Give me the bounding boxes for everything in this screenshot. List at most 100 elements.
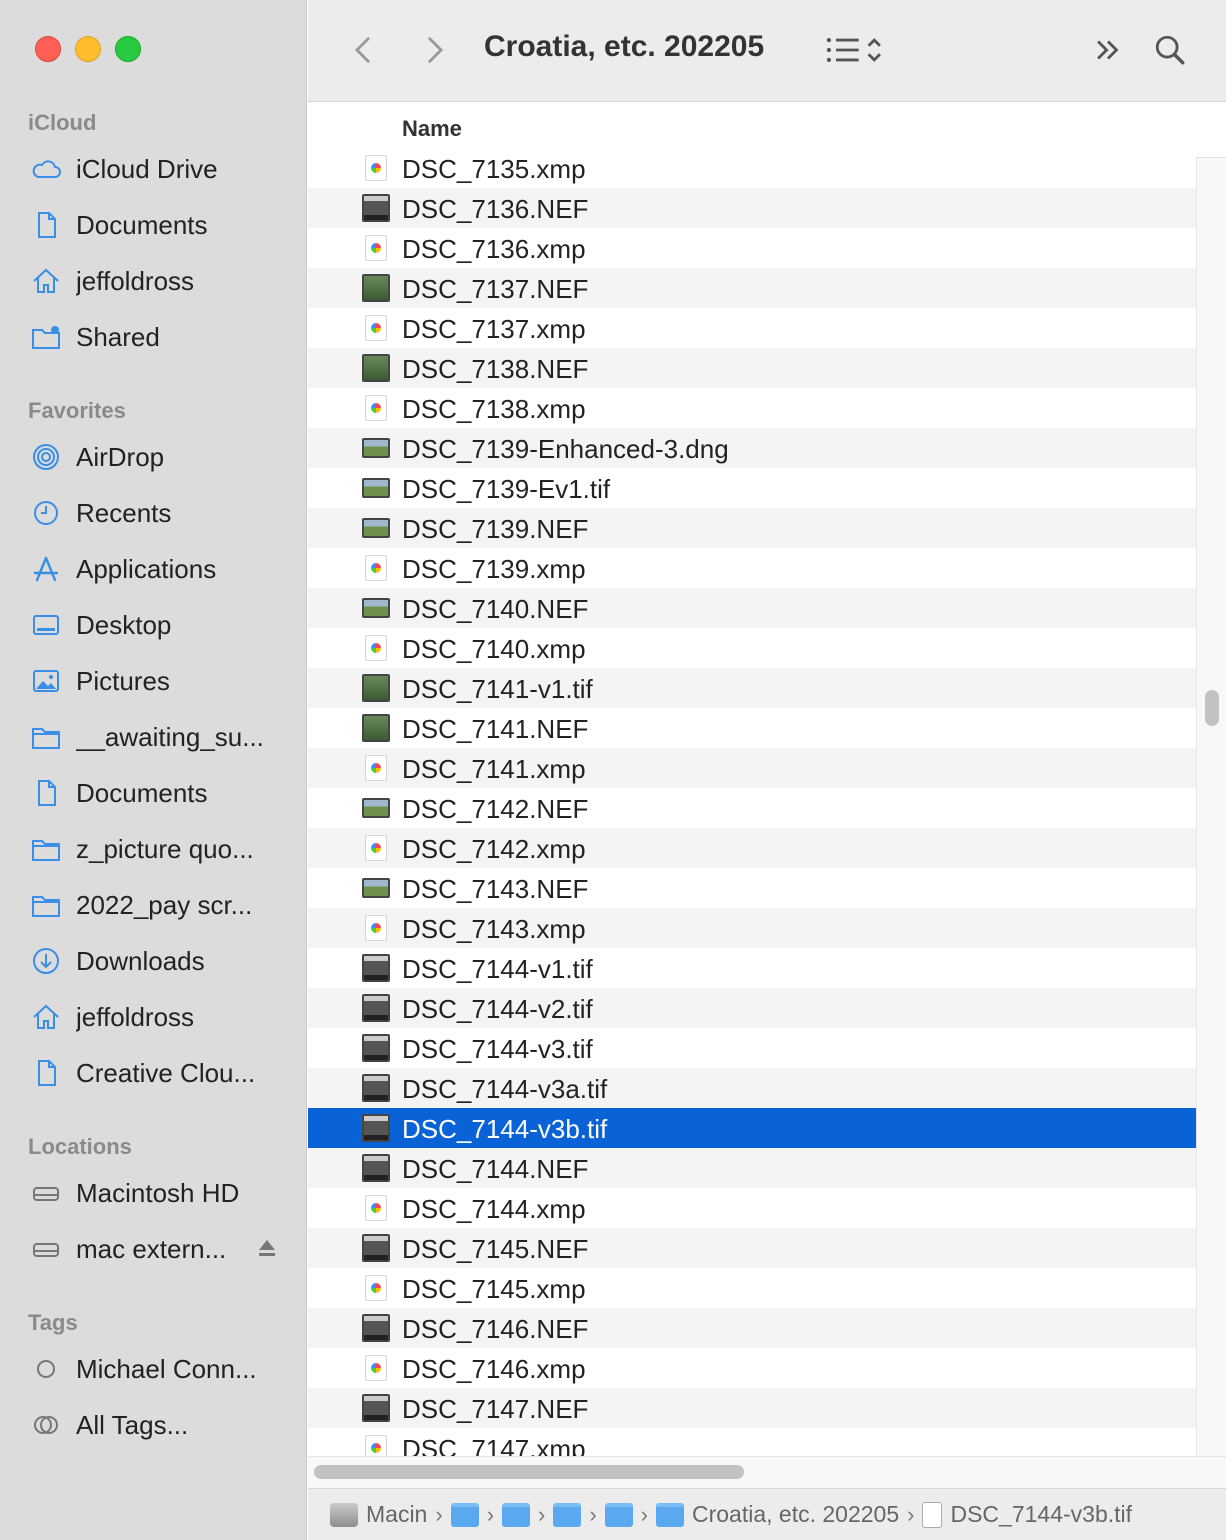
file-row[interactable]: DSC_7139.xmp [308, 548, 1196, 588]
file-row[interactable]: DSC_7136.xmp [308, 228, 1196, 268]
section-title-icloud: iCloud [28, 110, 97, 135]
forward-button[interactable] [412, 28, 456, 72]
image-thumbnail-icon [362, 354, 390, 382]
file-row[interactable]: DSC_7146.NEF [308, 1308, 1196, 1348]
file-row[interactable]: DSC_7147.xmp [308, 1428, 1196, 1456]
file-name: DSC_7146.NEF [402, 1314, 589, 1344]
path-file-label: DSC_7144-v3b.tif [950, 1501, 1133, 1527]
section-title-favorites: Favorites [28, 398, 126, 423]
sidebar-item-michael-conn[interactable]: Michael Conn... [28, 1347, 278, 1391]
home-folder-icon[interactable] [450, 1502, 479, 1527]
image-thumbnail-icon [362, 274, 390, 302]
airdrop-icon [28, 439, 64, 475]
search-button[interactable] [1148, 28, 1192, 72]
window-title: Croatia, etc. 202205 [484, 30, 765, 63]
file-row[interactable]: DSC_7141-v1.tif [308, 668, 1196, 708]
file-row[interactable]: DSC_7137.NEF [308, 268, 1196, 308]
file-row[interactable]: DSC_7140.NEF [308, 588, 1196, 628]
file-row[interactable]: DSC_7142.xmp [308, 828, 1196, 868]
sidebar-item-label: jeffoldross [76, 1001, 195, 1032]
folder-icon[interactable] [604, 1502, 633, 1527]
user-folder-icon[interactable] [502, 1502, 531, 1527]
file-name: DSC_7138.xmp [402, 394, 586, 424]
file-row[interactable]: DSC_7144.xmp [308, 1188, 1196, 1228]
file-row-selected[interactable]: DSC_7144-v3b.tif [308, 1108, 1196, 1148]
file-row[interactable]: DSC_7141.NEF [308, 708, 1196, 748]
sidebar-item-downloads[interactable]: Downloads [28, 939, 278, 983]
sidebar-item-macintosh-hd[interactable]: Macintosh HD [28, 1171, 278, 1215]
file-name: DSC_7138.NEF [402, 354, 589, 384]
more-toolbar-button[interactable] [1086, 28, 1130, 72]
sidebar-item-mac-extern[interactable]: mac extern... [28, 1227, 278, 1271]
path-item-file[interactable]: DSC_7144-v3b.tif [922, 1501, 1132, 1528]
pictures-folder-icon[interactable] [553, 1502, 582, 1527]
sidebar-item-creative-clou[interactable]: Creative Clou... [28, 1051, 278, 1095]
xmp-file-icon [365, 1435, 387, 1456]
sidebar-item-label: z_picture quo... [76, 833, 254, 864]
eject-icon[interactable] [256, 1237, 278, 1259]
file-row[interactable]: DSC_7145.NEF [308, 1228, 1196, 1268]
file-row[interactable]: DSC_7144-v3a.tif [308, 1068, 1196, 1108]
sidebar-item-applications[interactable]: Applications [28, 547, 278, 591]
sidebar-item-label: iCloud Drive [76, 153, 218, 184]
file-row[interactable]: DSC_7144-v1.tif [308, 948, 1196, 988]
file-row[interactable]: DSC_7144-v3.tif [308, 1028, 1196, 1068]
sidebar-item-awaiting-su[interactable]: __awaiting_su... [28, 715, 278, 759]
file-row[interactable]: DSC_7139-Enhanced-3.dng [308, 428, 1196, 468]
horizontal-scroll-thumb[interactable] [314, 1465, 744, 1479]
file-row[interactable]: DSC_7143.NEF [308, 868, 1196, 908]
xmp-file-icon [365, 835, 387, 861]
sidebar-item-2022-pay-scr[interactable]: 2022_pay scr... [28, 883, 278, 927]
zoom-button[interactable] [115, 36, 141, 62]
sidebar-item-shared[interactable]: Shared [28, 315, 278, 359]
horizontal-scrollbar[interactable] [308, 1456, 1226, 1488]
file-row[interactable]: DSC_7141.xmp [308, 748, 1196, 788]
file-row[interactable]: DSC_7135.xmp [308, 148, 1196, 188]
file-row[interactable]: DSC_7144.NEF [308, 1148, 1196, 1188]
view-options-button[interactable] [818, 28, 888, 72]
file-row[interactable]: DSC_7146.xmp [308, 1348, 1196, 1388]
file-name: DSC_7144-v2.tif [402, 994, 593, 1024]
drive-icon [28, 1175, 64, 1211]
file-row[interactable]: DSC_7138.NEF [308, 348, 1196, 388]
sidebar-item-desktop[interactable]: Desktop [28, 603, 278, 647]
file-name: DSC_7146.xmp [402, 1354, 586, 1384]
file-row[interactable]: DSC_7142.NEF [308, 788, 1196, 828]
sidebar-item-recents[interactable]: Recents [28, 491, 278, 535]
file-row[interactable]: DSC_7140.xmp [308, 628, 1196, 668]
file-row[interactable]: DSC_7138.xmp [308, 388, 1196, 428]
minimize-button[interactable] [75, 36, 101, 62]
sidebar-item-jeffoldross[interactable]: jeffoldross [28, 995, 278, 1039]
file-row[interactable]: DSC_7139.NEF [308, 508, 1196, 548]
file-name: DSC_7145.xmp [402, 1274, 586, 1304]
sidebar-item-label: Documents [76, 209, 208, 240]
sidebar-item-label: All Tags... [76, 1409, 189, 1440]
sidebar-item-documents[interactable]: Documents [28, 771, 278, 815]
file-row[interactable]: DSC_7143.xmp [308, 908, 1196, 948]
path-item-folder[interactable]: Croatia, etc. 202205 [656, 1501, 899, 1528]
sidebar-item-icloud-drive[interactable]: iCloud Drive [28, 147, 278, 191]
file-row[interactable]: DSC_7144-v2.tif [308, 988, 1196, 1028]
file-row[interactable]: DSC_7139-Ev1.tif [308, 468, 1196, 508]
sidebar-item-pictures[interactable]: Pictures [28, 659, 278, 703]
sidebar-item-z-picture-quo[interactable]: z_picture quo... [28, 827, 278, 871]
sidebar-item-all-tags[interactable]: All Tags... [28, 1403, 278, 1447]
close-button[interactable] [35, 36, 61, 62]
file-name: DSC_7139.xmp [402, 554, 586, 584]
file-row[interactable]: DSC_7137.xmp [308, 308, 1196, 348]
sidebar-item-airdrop[interactable]: AirDrop [28, 435, 278, 479]
back-button[interactable] [342, 28, 386, 72]
vertical-scrollbar[interactable] [1196, 158, 1226, 1458]
file-row[interactable]: DSC_7136.NEF [308, 188, 1196, 228]
path-item-disk[interactable]: Macin [330, 1501, 427, 1528]
sidebar-item-label: Creative Clou... [76, 1057, 256, 1088]
column-name-header[interactable]: Name [402, 116, 462, 142]
sidebar-item-documents[interactable]: Documents [28, 203, 278, 247]
file-row[interactable]: DSC_7147.NEF [308, 1388, 1196, 1428]
file-name: DSC_7142.NEF [402, 794, 589, 824]
xmp-file-icon [365, 915, 387, 941]
sidebar-item-jeffoldross[interactable]: jeffoldross [28, 259, 278, 303]
file-row[interactable]: DSC_7145.xmp [308, 1268, 1196, 1308]
vertical-scroll-thumb[interactable] [1205, 690, 1219, 726]
applications-icon [28, 551, 64, 587]
